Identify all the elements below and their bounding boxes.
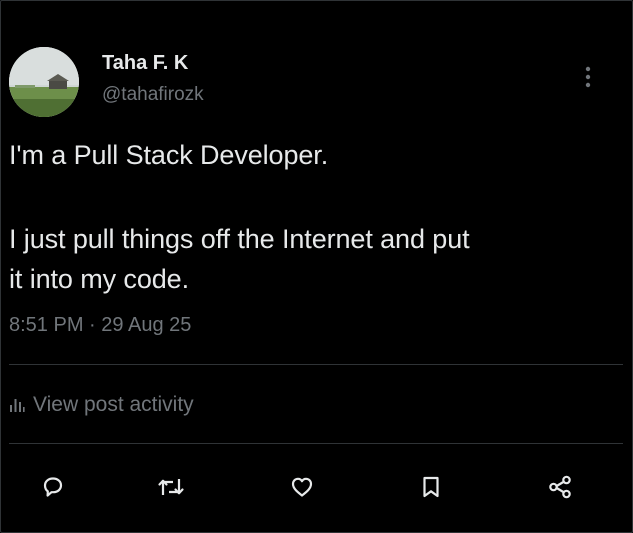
post-text-line-1: I'm a Pull Stack Developer. [9, 140, 329, 170]
reply-button[interactable] [36, 470, 70, 504]
post-text-line-3: it into my code. [9, 264, 189, 294]
bar-chart-icon [10, 399, 25, 412]
post-date[interactable]: 29 Aug 25 [101, 314, 191, 336]
speech-bubble-icon [43, 477, 63, 497]
divider-top [9, 364, 623, 365]
bookmark-button[interactable] [414, 470, 448, 504]
post-text-line-2: I just pull things off the Internet and … [9, 224, 470, 254]
divider-bottom [9, 443, 623, 444]
share-button[interactable] [543, 470, 577, 504]
meta-separator: · [89, 314, 96, 336]
repost-arrows-icon [158, 479, 184, 495]
repost-button[interactable] [154, 470, 188, 504]
heart-icon [291, 477, 313, 497]
post-time[interactable]: 8:51 PM [9, 314, 83, 336]
view-post-activity-link[interactable]: View post activity [9, 390, 194, 420]
post-meta: 8:51 PM · 29 Aug 25 [9, 314, 191, 337]
avatar-photo [9, 47, 79, 117]
like-button[interactable] [285, 470, 319, 504]
more-options-button[interactable] [576, 62, 600, 92]
share-nodes-icon [549, 475, 571, 499]
author-handle[interactable]: @tahafirozk [102, 84, 204, 106]
author-display-name[interactable]: Taha F. K [102, 52, 188, 75]
view-post-activity-label: View post activity [33, 393, 194, 416]
avatar[interactable] [9, 47, 79, 117]
bookmark-icon [423, 476, 439, 498]
more-vertical-icon [585, 66, 591, 88]
